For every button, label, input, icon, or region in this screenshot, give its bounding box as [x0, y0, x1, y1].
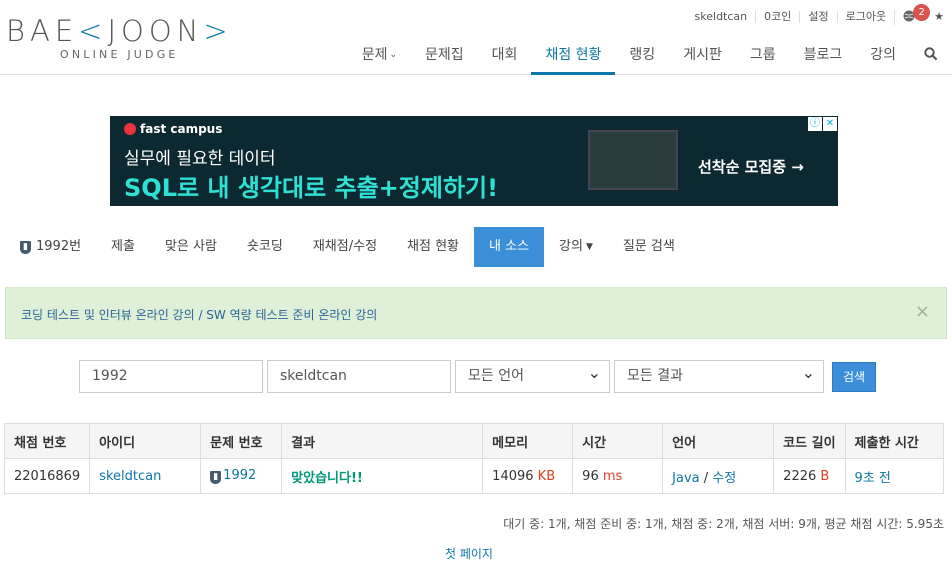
col-submitted-time: 제출한 시간 [844, 423, 945, 459]
caret-down-icon: ▼ [585, 242, 593, 252]
ad-cta: 선착순 모집중 → [698, 158, 804, 176]
tab-submit[interactable]: 제출 [96, 227, 150, 267]
ad-controls: ⓘ ✕ [808, 117, 837, 131]
coins-link[interactable]: 0코인 [755, 11, 799, 23]
ad-headline: 실무에 필요한 데이터 [124, 149, 276, 169]
col-code-length: 코드 길이 [773, 423, 846, 459]
tab-my-source[interactable]: 내 소스 [474, 227, 545, 267]
problem-link[interactable]: ▮ 1992번 [5, 227, 96, 267]
notifications-button[interactable]: 2 [894, 3, 931, 25]
site-header: BAE<JOON> ONLINE JUDGE skeldtcan 0코인 설정 … [0, 0, 952, 75]
problem-menu: ▮ 1992번 제출 맞은 사람 숏코딩 재채점/수정 채점 현황 내 소스 강의… [5, 227, 690, 267]
edit-link[interactable]: 수정 [712, 471, 736, 486]
chevron-down-icon: ⌄ [389, 50, 398, 60]
tab-short-coding[interactable]: 숏코딩 [232, 227, 298, 267]
search-button[interactable] [910, 36, 952, 74]
nav-blog[interactable]: 블로그 [790, 36, 857, 74]
nav-lecture[interactable]: 강의 [856, 36, 910, 74]
col-time: 시간 [572, 423, 664, 459]
col-user: 아이디 [89, 423, 202, 459]
first-page-link[interactable]: 첫 페이지 [445, 545, 493, 562]
main-nav: 문제 ⌄ 문제집 대회 채점 현황 랭킹 게시판 그룹 블로그 강의 [348, 36, 952, 75]
tab-status[interactable]: 채점 현황 [392, 227, 474, 267]
status-filter-form: 1992 skeldtcan 모든 언어 모든 결과 검색 [79, 357, 877, 393]
nav-group[interactable]: 그룹 [736, 36, 790, 74]
tier-badge-icon: ▮ [20, 240, 31, 254]
ad-close-icon[interactable]: ✕ [823, 117, 837, 131]
logo-subtitle: ONLINE JUDGE [60, 48, 179, 61]
code-length-cell: 2226 B [773, 458, 846, 494]
status-table: 채점 번호 아이디 문제 번호 결과 메모리 시간 언어 코드 길이 제출한 시… [3, 423, 945, 494]
time-cell: 96 ms [572, 458, 664, 494]
alert-link[interactable]: 코딩 테스트 및 인터뷰 온라인 강의 / SW 역량 테스트 준비 온라인 강… [21, 306, 377, 323]
submission-id: 22016869 [3, 458, 91, 494]
col-result: 결과 [281, 423, 484, 459]
col-language: 언어 [662, 423, 775, 459]
tab-lecture[interactable]: 강의 ▼ [544, 227, 608, 267]
ad-banner[interactable]: fast campus 실무에 필요한 데이터 SQL로 내 생각대로 추출+정… [110, 116, 838, 206]
ad-info-icon[interactable]: ⓘ [808, 117, 822, 131]
table-header-row: 채점 번호 아이디 문제 번호 결과 메모리 시간 언어 코드 길이 제출한 시… [3, 423, 945, 459]
user-id-input[interactable]: skeldtcan [267, 360, 451, 393]
ad-brand: fast campus [124, 122, 222, 136]
tier-badge-icon: ▮ [210, 471, 222, 484]
tab-accepted-users[interactable]: 맞은 사람 [150, 227, 232, 267]
logout-link[interactable]: 로그아웃 [836, 11, 894, 23]
col-memory: 메모리 [482, 423, 574, 459]
table-row: 22016869 skeldtcan ▮ 1992 맞았습니다!! 14096 K… [3, 458, 945, 494]
col-problem: 문제 번호 [200, 423, 283, 459]
promo-alert: 코딩 테스트 및 인터뷰 온라인 강의 / SW 역량 테스트 준비 온라인 강… [5, 287, 947, 339]
ad-laptop-image [588, 130, 678, 190]
nav-problems[interactable]: 문제 ⌄ [348, 36, 411, 74]
brand-logo-icon [124, 123, 136, 135]
submitted-time-link[interactable]: 9초 전 [844, 458, 945, 494]
problem-link[interactable]: 1992 [223, 468, 256, 483]
nav-status[interactable]: 채점 현황 [531, 36, 616, 75]
nav-board[interactable]: 게시판 [669, 36, 736, 74]
col-submission-id: 채점 번호 [3, 423, 91, 459]
search-icon [924, 47, 938, 61]
nav-contest[interactable]: 대회 [478, 36, 532, 74]
result-select[interactable]: 모든 결과 [614, 357, 824, 393]
site-logo[interactable]: BAE<JOON> ONLINE JUDGE [6, 14, 256, 64]
nav-ranking[interactable]: 랭킹 [615, 36, 669, 74]
problem-cell: ▮ 1992 [200, 458, 283, 494]
nav-workbook[interactable]: 문제집 [411, 36, 478, 74]
user-link[interactable]: skeldtcan [89, 458, 202, 494]
tab-rejudge[interactable]: 재채점/수정 [298, 227, 392, 267]
notification-count-badge: 2 [913, 3, 931, 21]
username-link[interactable]: skeldtcan [687, 11, 756, 23]
user-topbar: skeldtcan 0코인 설정 로그아웃 2 ★ [687, 3, 952, 26]
problem-id-input[interactable]: 1992 [79, 360, 263, 393]
close-icon[interactable]: × [915, 301, 930, 322]
ad-title: SQL로 내 생각대로 추출+정제하기! [124, 174, 499, 202]
language-cell: Java / 수정 [662, 458, 775, 494]
result-badge: 맞았습니다!! [281, 458, 484, 494]
source-link[interactable]: Java [672, 471, 699, 486]
settings-link[interactable]: 설정 [799, 11, 836, 23]
tab-question-search[interactable]: 질문 검색 [608, 227, 690, 267]
queue-info: 대기 중: 1개, 채점 준비 중: 1개, 채점 중: 2개, 채점 서버: … [503, 517, 944, 531]
language-select[interactable]: 모든 언어 [455, 357, 610, 393]
memory-cell: 14096 KB [482, 458, 574, 494]
logo-wordmark: BAE<JOON> [6, 14, 233, 48]
search-submit-button[interactable]: 검색 [832, 362, 877, 392]
